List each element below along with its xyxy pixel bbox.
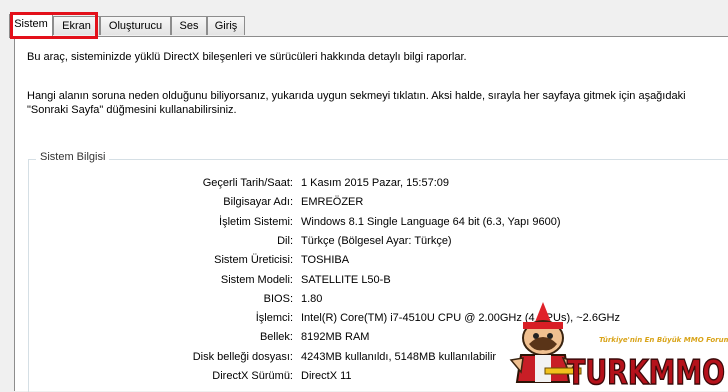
instructions-line-2: "Sonraki Sayfa" düğmesini kullanabilirsi… <box>27 104 237 116</box>
info-label: BIOS: <box>263 292 293 305</box>
instructions-text: Hangi alanın soruna neden olduğunu biliy… <box>27 89 686 117</box>
instructions-line-1: Hangi alanın soruna neden olduğunu biliy… <box>27 90 686 102</box>
info-value: Intel(R) Core(TM) i7-4510U CPU @ 2.00GHz… <box>301 312 620 325</box>
info-label: Sistem Modeli: <box>220 273 293 286</box>
info-value: EMREÖZER <box>301 196 364 209</box>
info-value: 8192MB RAM <box>301 331 370 344</box>
info-label: Bellek: <box>259 331 293 344</box>
info-value: SATELLITE L50-B <box>301 273 391 286</box>
info-label: İşletim Sistemi: <box>219 215 293 228</box>
tab-sistem[interactable]: Sistem <box>9 14 53 38</box>
info-value: Windows 8.1 Single Language 64 bit (6.3,… <box>301 215 561 228</box>
intro-text: Bu araç, sisteminizde yüklü DirectX bile… <box>27 51 467 63</box>
tab-olusturucu[interactable]: Oluşturucu <box>100 16 171 35</box>
tab-panel: Bu araç, sisteminizde yüklü DirectX bile… <box>14 36 728 392</box>
info-label: Bilgisayar Adı: <box>223 196 293 209</box>
info-value: 1 Kasım 2015 Pazar, 15:57:09 <box>301 177 449 189</box>
tab-ekran[interactable]: Ekran <box>53 16 100 35</box>
info-label: Disk belleği dosyası: <box>192 350 293 363</box>
info-label: Dil: <box>277 234 293 247</box>
info-value: 1.80 <box>301 292 323 305</box>
system-info-title: Sistem Bilgisi <box>36 151 110 163</box>
info-value: TOSHIBA <box>301 254 350 267</box>
info-label: İşlemci: <box>255 312 293 325</box>
tab-giris[interactable]: Giriş <box>207 16 245 35</box>
info-label: Sistem Üreticisi: <box>214 254 293 267</box>
info-label: DirectX Sürümü: <box>212 370 293 382</box>
info-label: Geçerli Tarih/Saat: <box>202 177 293 189</box>
info-value: DirectX 11 <box>301 370 352 382</box>
tab-ses[interactable]: Ses <box>171 16 207 35</box>
info-value: Türkçe (Bölgesel Ayar: Türkçe) <box>301 234 452 247</box>
info-value: 4243MB kullanıldı, 5148MB kullanılabilir <box>301 350 497 363</box>
